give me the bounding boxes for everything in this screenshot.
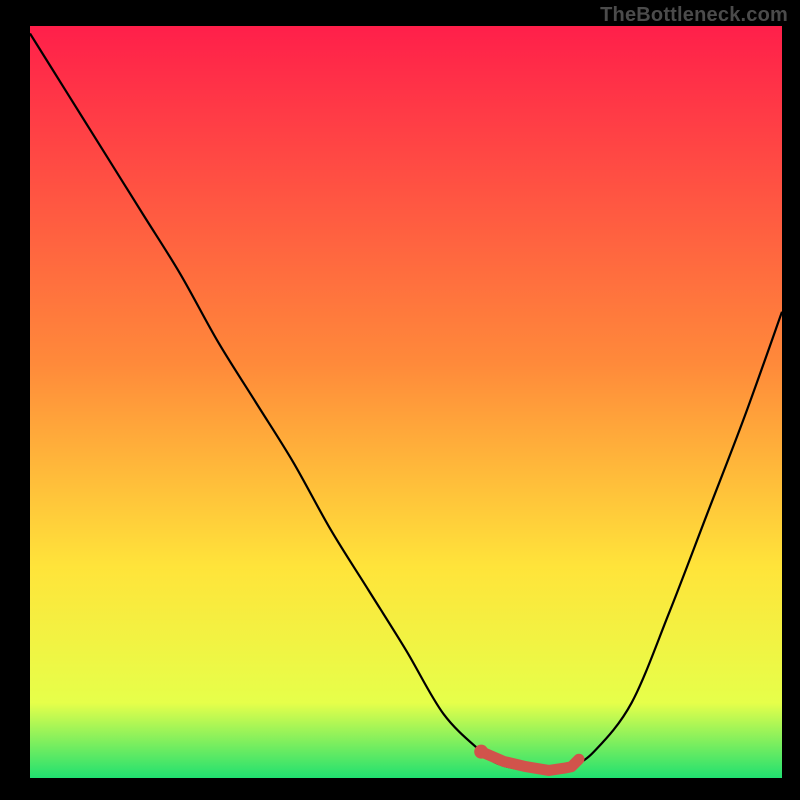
gradient-background (30, 26, 782, 778)
watermark-text: TheBottleneck.com (600, 4, 788, 27)
plot-area (30, 26, 782, 778)
optimal-range-start-dot (474, 745, 488, 759)
chart-frame: TheBottleneck.com (0, 0, 800, 800)
chart-svg (30, 26, 782, 778)
